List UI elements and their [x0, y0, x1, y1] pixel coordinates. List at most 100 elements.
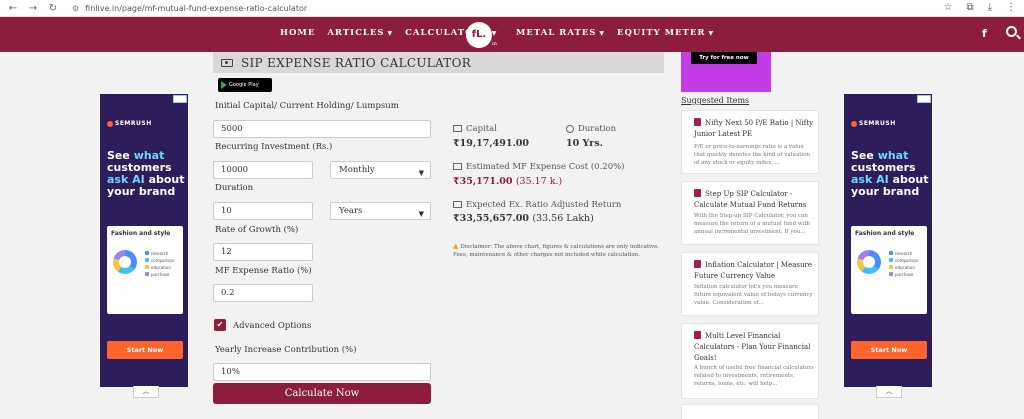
download-icon[interactable]: ⤓: [988, 2, 992, 13]
suggested-item-title-text: Nifty Next 50 P/E Ratio | Nifty Junior L…: [694, 119, 814, 138]
caret-down-icon: ▼: [491, 30, 498, 37]
try-free-button[interactable]: Try for free now: [691, 52, 757, 64]
facebook-icon[interactable]: f: [982, 27, 987, 40]
adjusted-return-value: ₹33,55,657.00 (33.56 Lakh): [453, 213, 594, 224]
capital-value: ₹19,17,491.00: [453, 138, 530, 149]
money-icon: [453, 201, 462, 208]
expense-cost-short: (35.17 k.): [515, 176, 563, 187]
ad-card: Fashion and style research comparison ed…: [107, 226, 183, 314]
duration-result-label: Duration: [566, 124, 616, 134]
nav-metal-rates[interactable]: METAL RATES ▼: [516, 28, 605, 38]
menu-dots-icon[interactable]: ⋮: [1006, 2, 1016, 13]
duration-unit-value: Years: [339, 206, 363, 216]
yearly-increase-input[interactable]: 10%: [213, 363, 431, 381]
suggested-item-desc: A bunch of useful free financial calcula…: [694, 365, 814, 387]
suggested-items-title: Suggested Items: [681, 96, 750, 105]
ad-brand-label: SEMRUSH: [859, 120, 896, 127]
warning-icon: ▲: [453, 242, 459, 250]
ad-brand-label: SEMRUSH: [115, 120, 152, 127]
adjusted-return-label-text: Expected Ex. Ratio Adjusted Return: [466, 200, 622, 210]
ad-headline: See what customers ask AI about your bra…: [107, 150, 185, 198]
adjusted-return-label: Expected Ex. Ratio Adjusted Return: [453, 200, 621, 210]
duration-result-value: 10 Yrs.: [566, 138, 603, 149]
legend-education: education: [895, 265, 915, 270]
donut-chart-icon: [113, 250, 137, 274]
disclaimer-text: Disclaimer: The above chart, figures & c…: [453, 244, 660, 258]
ad-start-now-button[interactable]: Start Now: [107, 341, 183, 359]
suggested-item-partial[interactable]: [681, 404, 819, 419]
google-play-badge[interactable]: Google Play: [218, 78, 272, 92]
frequency-value: Monthly: [339, 165, 375, 175]
caret-down-icon: ▼: [387, 30, 394, 37]
calculator-icon: [694, 331, 701, 339]
suggested-item-title-text: Step Up SIP Calculator - Calculate Mutua…: [694, 190, 807, 209]
suggested-item-title[interactable]: Inflation Calculator | Measure Future Cu…: [694, 260, 816, 282]
expense-cost-amount: ₹35,171.00: [453, 176, 513, 187]
ad-banner-right[interactable]: SEMRUSH See what customers ask AI about …: [844, 94, 932, 387]
advanced-options-label: Advanced Options: [233, 321, 312, 331]
suggested-item[interactable]: Inflation Calculator | Measure Future Cu…: [681, 252, 819, 316]
calculator-header: SIP EXPENSE RATIO CALCULATOR: [213, 52, 664, 73]
calculate-now-button[interactable]: Calculate Now: [213, 383, 431, 404]
expense-cost-label: Estimated MF Expense Cost (0.20%): [453, 162, 625, 172]
coins-icon: [453, 163, 462, 170]
suggested-item-desc: With the Step-up SIP Calculator, you can…: [694, 213, 811, 235]
ad-choices-icon[interactable]: [173, 95, 187, 103]
ad-card: Fashion and style research comparison ed…: [851, 226, 927, 314]
nav-menu-right: METAL RATES ▼ EQUITY METER ▼: [516, 28, 714, 38]
expense-cost-value: ₹35,171.00 (35.17 k.): [453, 176, 562, 187]
bookmark-star-icon[interactable]: ☆: [943, 2, 952, 13]
initial-capital-input[interactable]: 5000: [213, 120, 431, 138]
suggested-item[interactable]: Step Up SIP Calculator - Calculate Mutua…: [681, 181, 819, 245]
recurring-label: Recurring Investment (Rs.): [215, 142, 333, 152]
legend-purchase: purchase: [151, 272, 170, 277]
forward-icon[interactable]: →: [26, 3, 40, 14]
ad-collapse-chevron-icon[interactable]: ︿: [876, 386, 902, 398]
nav-home[interactable]: HOME: [280, 28, 315, 38]
back-icon[interactable]: ←: [6, 3, 20, 14]
suggested-item-title[interactable]: Step Up SIP Calculator - Calculate Mutua…: [694, 189, 816, 211]
suggested-item-title[interactable]: Multi Level Financial Calculators - Plan…: [694, 331, 816, 364]
duration-input[interactable]: 10: [213, 202, 313, 220]
calculator-title: SIP EXPENSE RATIO CALCULATOR: [241, 55, 472, 70]
expense-cost-label-text: Estimated MF Expense Cost (0.20%): [466, 162, 625, 172]
ad-collapse-chevron-icon[interactable]: ︿: [133, 386, 159, 398]
ad-headline: See what customers ask AI about your bra…: [851, 150, 929, 198]
initial-capital-label: Initial Capital/ Current Holding/ Lumpsu…: [215, 101, 399, 111]
growth-input[interactable]: 12: [213, 243, 313, 261]
nav-equity-meter[interactable]: EQUITY METER ▼: [617, 28, 714, 38]
suggested-item[interactable]: Nifty Next 50 P/E Ratio | Nifty Junior L…: [681, 110, 819, 174]
ad-card-title: Fashion and style: [111, 230, 171, 237]
duration-unit-select[interactable]: Years ▼: [330, 202, 431, 220]
extensions-icon[interactable]: ⧉: [966, 2, 973, 13]
legend-education: education: [151, 265, 171, 270]
nav-articles[interactable]: ARTICLES ▼: [327, 28, 393, 38]
duration-result-label-text: Duration: [578, 124, 617, 134]
caret-down-icon: ▼: [599, 30, 606, 37]
address-bar[interactable]: ⚙ finlive.in/page/mf-mutual-fund-expense…: [72, 2, 307, 15]
search-icon[interactable]: [1006, 26, 1017, 37]
ad-brand: SEMRUSH: [107, 120, 152, 127]
site-info-icon[interactable]: ⚙: [72, 4, 79, 13]
frequency-select[interactable]: Monthly ▼: [330, 161, 431, 179]
money-icon: [221, 58, 233, 67]
advanced-options-checkbox[interactable]: ✔: [214, 319, 226, 331]
calculator-icon: [694, 118, 701, 126]
suggested-item-desc: Inflation calculator let's you measure f…: [694, 284, 813, 306]
ad-choices-icon[interactable]: [917, 95, 931, 103]
suggested-item-title[interactable]: Nifty Next 50 P/E Ratio | Nifty Junior L…: [694, 118, 816, 140]
nav-menu-left: HOME ARTICLES ▼ CALCULATORS ▼: [280, 28, 497, 38]
browser-toolbar: ← → ↻ ⚙ finlive.in/page/mf-mutual-fund-e…: [0, 0, 1024, 17]
site-logo[interactable]: fL.: [466, 22, 492, 48]
adjusted-return-amount: ₹33,55,657.00: [453, 213, 530, 224]
ad-brand: SEMRUSH: [851, 120, 896, 127]
calculator-icon: [694, 260, 701, 268]
ad-start-now-button[interactable]: Start Now: [851, 341, 927, 359]
recurring-input[interactable]: 10000: [213, 161, 313, 179]
legend-research: research: [895, 251, 913, 256]
expense-ratio-input[interactable]: 0.2: [213, 284, 313, 302]
ad-banner-left[interactable]: SEMRUSH See what customers ask AI about …: [100, 94, 188, 387]
reload-icon[interactable]: ↻: [46, 3, 60, 14]
suggested-item[interactable]: Multi Level Financial Calculators - Plan…: [681, 323, 819, 399]
ad-card-title: Fashion and style: [855, 230, 915, 237]
